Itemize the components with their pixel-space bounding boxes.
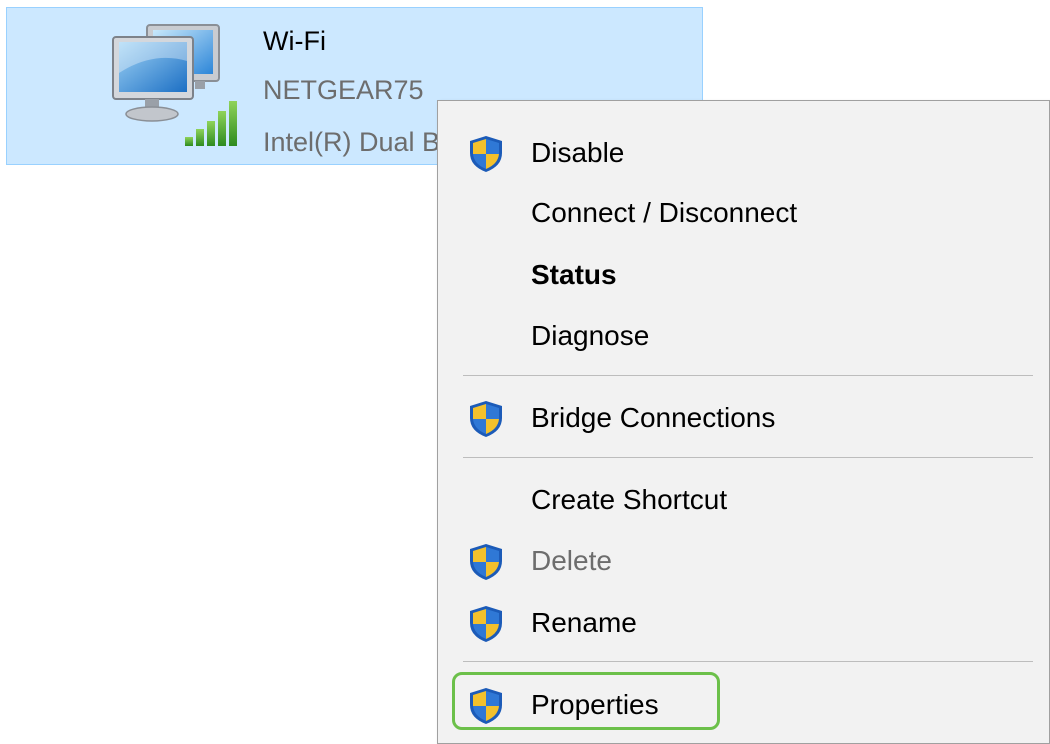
menu-item-label: Create Shortcut bbox=[531, 484, 728, 515]
menu-item-label: Diagnose bbox=[531, 320, 650, 351]
context-menu: Disable Connect / Disconnect Status Diag… bbox=[437, 100, 1050, 744]
properties-highlight bbox=[452, 672, 720, 730]
menu-item-label: Delete bbox=[531, 545, 612, 576]
menu-item-label: Bridge Connections bbox=[531, 402, 776, 433]
uac-shield-icon bbox=[470, 136, 502, 172]
uac-shield-icon bbox=[470, 401, 502, 437]
menu-separator bbox=[463, 375, 1033, 376]
menu-item-disable[interactable]: Disable bbox=[438, 125, 1049, 181]
menu-item-label: Disable bbox=[531, 137, 625, 168]
menu-item-delete: Delete bbox=[438, 533, 1049, 589]
menu-item-bridge-connections[interactable]: Bridge Connections bbox=[438, 390, 1049, 446]
network-adapter-wifi-icon bbox=[112, 24, 237, 146]
adapter-device-name: Intel(R) Dual Band Wireless-AC bbox=[263, 127, 443, 157]
uac-shield-icon bbox=[470, 606, 502, 642]
menu-separator bbox=[463, 457, 1033, 458]
adapter-network-name: NETGEAR75 bbox=[263, 75, 424, 105]
uac-shield-icon bbox=[470, 544, 502, 580]
menu-item-create-shortcut[interactable]: Create Shortcut bbox=[438, 472, 1049, 528]
menu-item-label: Connect / Disconnect bbox=[531, 197, 798, 228]
menu-item-label: Rename bbox=[531, 607, 637, 638]
menu-item-connect-disconnect[interactable]: Connect / Disconnect bbox=[438, 185, 1049, 241]
menu-item-status[interactable]: Status bbox=[438, 247, 1049, 303]
menu-item-diagnose[interactable]: Diagnose bbox=[438, 308, 1049, 364]
adapter-name: Wi-Fi bbox=[263, 26, 326, 56]
menu-item-label: Status bbox=[531, 259, 617, 290]
menu-item-rename[interactable]: Rename bbox=[438, 595, 1049, 651]
menu-separator bbox=[463, 661, 1033, 662]
